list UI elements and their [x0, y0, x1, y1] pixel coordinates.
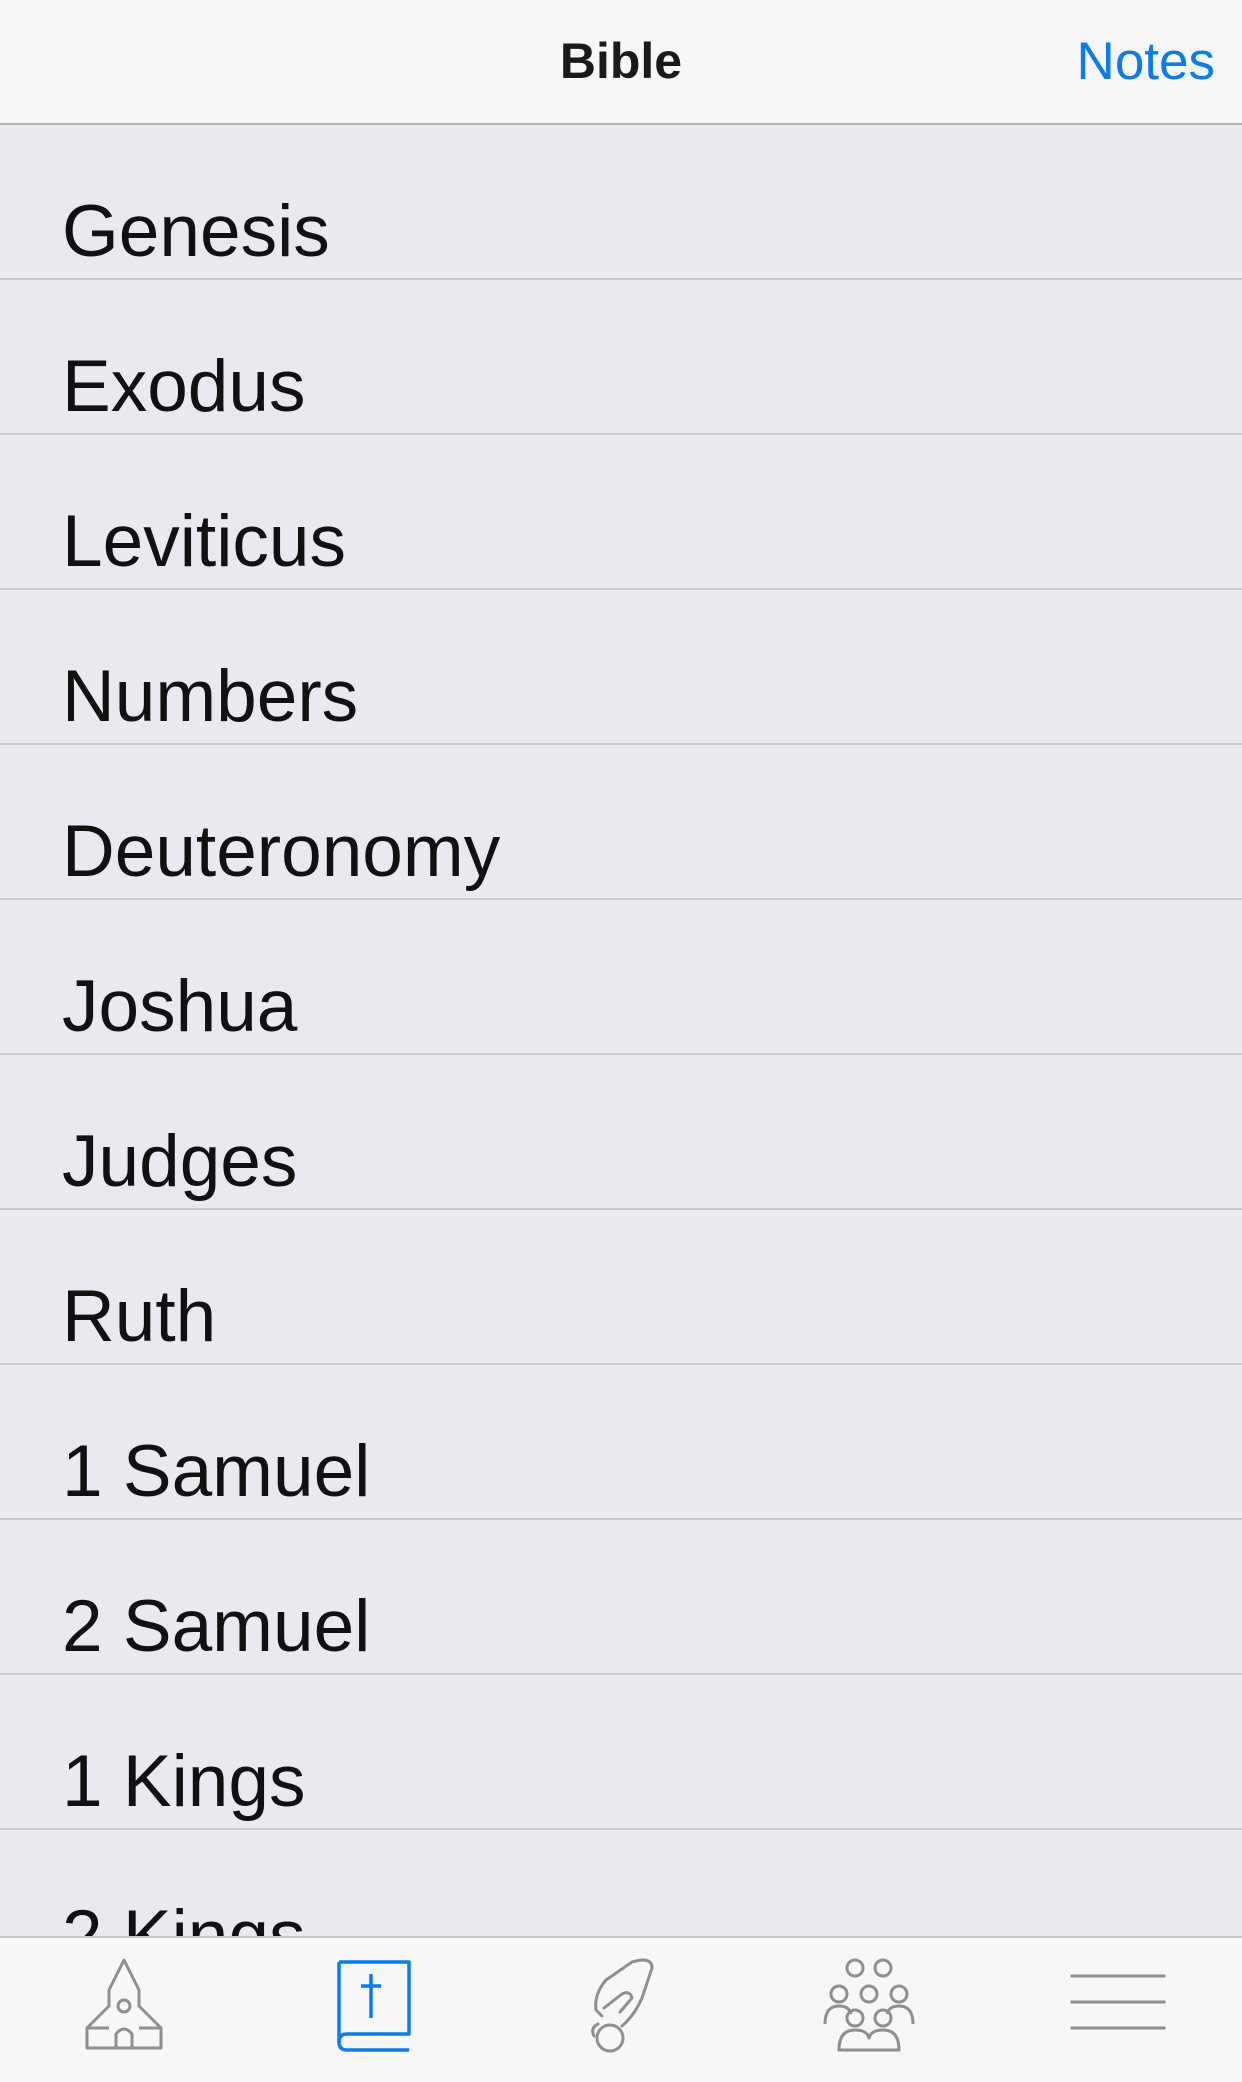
praying-hand-icon: [591, 1958, 654, 2053]
book-label: 1 Samuel: [62, 1431, 371, 1512]
tab-menu[interactable]: [994, 1938, 1242, 2082]
navigation-bar: Bible Notes: [0, 0, 1242, 125]
list-item-book[interactable]: Deuteronomy: [0, 745, 1242, 900]
people-group-icon: [823, 1958, 915, 2052]
book-label: Ruth: [62, 1276, 217, 1357]
list-item-book[interactable]: 1 Samuel: [0, 1365, 1242, 1520]
tab-community[interactable]: [745, 1938, 993, 2082]
bible-icon: [337, 1960, 411, 2052]
list-item-book[interactable]: Genesis: [0, 125, 1242, 280]
notes-button[interactable]: Notes: [1077, 0, 1215, 123]
book-label: Exodus: [62, 346, 306, 427]
list-item-book[interactable]: Judges: [0, 1055, 1242, 1210]
book-label: Judges: [62, 1121, 298, 1202]
book-label: Numbers: [62, 656, 359, 737]
page-title: Bible: [559, 33, 683, 89]
list-item-book[interactable]: Exodus: [0, 280, 1242, 435]
book-label: Leviticus: [62, 501, 347, 582]
book-label: Genesis: [62, 191, 330, 272]
book-label: 2 Kings: [62, 1893, 306, 1936]
list-item-book[interactable]: Joshua: [0, 900, 1242, 1055]
list-item-book[interactable]: Leviticus: [0, 435, 1242, 590]
book-list[interactable]: Genesis Exodus Leviticus Numbers Deutero…: [0, 125, 1242, 1936]
church-icon: [85, 1958, 163, 2050]
menu-lines-icon: [1070, 1974, 1166, 2030]
list-item-book[interactable]: 2 Samuel: [0, 1520, 1242, 1675]
book-label: Deuteronomy: [62, 811, 501, 892]
tab-bible[interactable]: [248, 1938, 496, 2082]
tab-bar: [0, 1936, 1242, 2082]
book-label: 2 Samuel: [62, 1586, 371, 1667]
tab-prayer[interactable]: [497, 1938, 745, 2082]
list-item-book[interactable]: 2 Kings: [0, 1830, 1242, 1936]
tab-home[interactable]: [0, 1938, 248, 2082]
book-label: Joshua: [62, 966, 298, 1047]
list-item-book[interactable]: Ruth: [0, 1210, 1242, 1365]
list-item-book[interactable]: 1 Kings: [0, 1675, 1242, 1830]
book-label: 1 Kings: [62, 1741, 306, 1822]
list-item-book[interactable]: Numbers: [0, 590, 1242, 745]
